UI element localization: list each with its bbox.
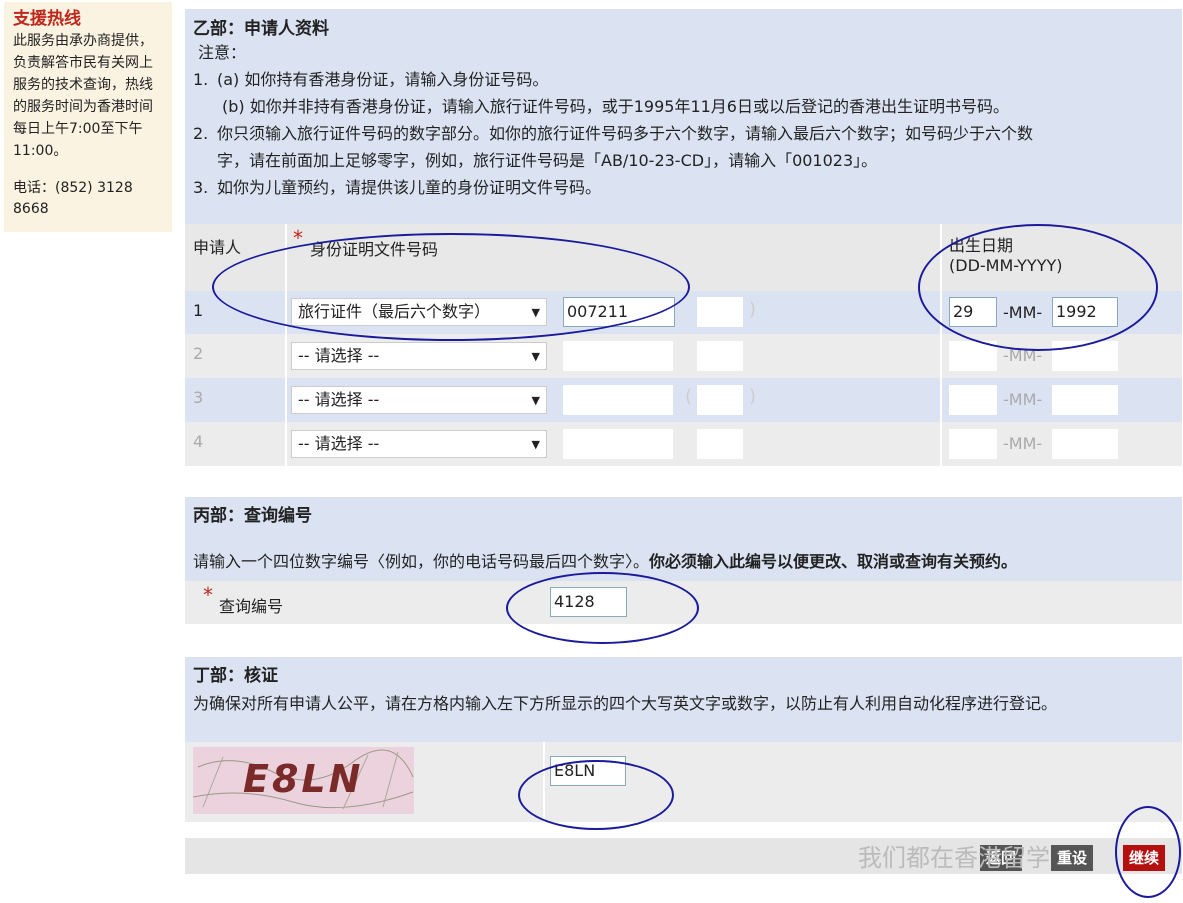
enquiry-number-input[interactable]: 4128 xyxy=(550,587,627,617)
dob-month-label: -MM- xyxy=(1003,346,1043,365)
check-digit-input[interactable] xyxy=(697,297,743,327)
captcha-input[interactable]: E8LN xyxy=(550,756,626,786)
dob-year-input[interactable] xyxy=(1052,385,1118,415)
dob-day-input[interactable]: 29 xyxy=(949,297,997,327)
captcha-image: E8LN xyxy=(193,747,414,814)
doc-type-select[interactable]: -- 请选择 -- ▼ xyxy=(291,386,547,414)
chevron-down-icon: ▼ xyxy=(531,350,540,363)
note1a: (a) 如你持有香港身份证，请输入身份证号码。 xyxy=(217,70,549,89)
section-c-title: 丙部：查询编号 xyxy=(193,506,312,526)
support-hotline-phone: 电话：(852) 3128 8668 xyxy=(13,180,133,217)
support-hotline-title: 支援热线 xyxy=(13,9,81,29)
section-d-title: 丁部：核证 xyxy=(193,666,278,686)
section-b-title: 乙部：申请人资料 xyxy=(193,19,329,39)
dob-year-input[interactable] xyxy=(1052,429,1118,459)
section-enquiry-number: 丙部：查询编号 请输入一个四位数字编号〈例如，你的电话号码最后四个数字〉。你必须… xyxy=(185,497,1182,624)
section-applicant-info: 乙部：申请人资料 注意： 1. (a) 如你持有香港身份证，请输入身份证号码。 (… xyxy=(185,9,1182,466)
col-applicant-header: 申请人 xyxy=(193,238,242,257)
required-asterisk: * xyxy=(203,583,213,607)
col-dob-header: 出生日期 xyxy=(949,236,1014,255)
chevron-down-icon: ▼ xyxy=(531,438,540,451)
wechat-watermark: 我们都在香港留学 xyxy=(858,844,1050,872)
id-number-input[interactable]: 007211 xyxy=(563,297,675,327)
note2-line1: 你只须输入旅行证件号码的数字部分。如你的旅行证件号码多于六个数字，请输入最后六个… xyxy=(217,124,1034,143)
dob-year-input[interactable]: 1992 xyxy=(1052,297,1118,327)
reset-button[interactable]: 重设 xyxy=(1051,845,1094,871)
notes: 注意： 1. (a) 如你持有香港身份证，请输入身份证号码。 (b) 如你并非持有… xyxy=(193,39,1174,201)
row-number: 3 xyxy=(193,388,204,407)
applicant-table: 申请人 * 身份证明文件号码 出生日期 (DD-MM-YYYY) 1 旅行证件（… xyxy=(185,224,1182,466)
required-asterisk: * xyxy=(293,226,303,250)
section-b-header: 乙部：申请人资料 注意： 1. (a) 如你持有香港身份证，请输入身份证号码。 (… xyxy=(185,9,1182,224)
note1b: (b) 如你并非持有香港身份证，请输入旅行证件号码，或于1995年11月6日或以… xyxy=(222,97,1009,116)
doc-type-select[interactable]: -- 请选择 -- ▼ xyxy=(291,430,547,458)
doc-type-select[interactable]: 旅行证件（最后六个数字） ▼ xyxy=(291,298,547,326)
col-id-header: 身份证明文件号码 xyxy=(310,240,439,259)
enquiry-number-label: 查询编号 xyxy=(219,597,284,616)
note3-number: 3. xyxy=(193,178,209,197)
row-number: 4 xyxy=(193,432,204,451)
id-number-input[interactable] xyxy=(563,429,673,459)
check-digit-input[interactable] xyxy=(697,385,743,415)
section-d-instruction: 为确保对所有申请人公平，请在方格内输入左下方所显示的四个大写英文字或数字，以防止… xyxy=(193,694,1058,713)
section-c-instruction: 请输入一个四位数字编号〈例如，你的电话号码最后四个数字〉。 xyxy=(193,552,650,571)
check-digit-input[interactable] xyxy=(697,341,743,371)
section-d-header: 丁部：核证 为确保对所有申请人公平，请在方格内输入左下方所显示的四个大写英文字或… xyxy=(185,657,1182,742)
table-row: 1 旅行证件（最后六个数字） ▼ 007211 ) 29 -MM- 1992 xyxy=(185,291,1182,334)
note-label: 注意： xyxy=(198,43,247,62)
support-hotline-panel: 支援热线 此服务由承办商提供，负责解答市民有关网上服务的技术查询，热线的服务时间… xyxy=(4,2,172,232)
note2-line2: 字，请在前面加上足够零字，例如，旅行证件号码是「AB/10-23-CD」，请输入… xyxy=(217,151,878,170)
doc-type-select[interactable]: -- 请选择 -- ▼ xyxy=(291,342,547,370)
table-row: 4 -- 请选择 -- ▼ -MM- xyxy=(185,422,1182,466)
table-row: 3 -- 请选择 -- ▼ ( ) -MM- xyxy=(185,378,1182,422)
dob-day-input[interactable] xyxy=(949,429,997,459)
id-number-input[interactable] xyxy=(563,385,673,415)
enquiry-number-row: * 查询编号 4128 xyxy=(185,581,1182,624)
section-c-header: 丙部：查询编号 请输入一个四位数字编号〈例如，你的电话号码最后四个数字〉。你必须… xyxy=(185,497,1182,581)
note3: 如你为儿童预约，请提供该儿童的身份证明文件号码。 xyxy=(217,178,602,197)
dob-day-input[interactable] xyxy=(949,341,997,371)
support-hotline-description: 此服务由承办商提供，负责解答市民有关网上服务的技术查询，热线的服务时间为香港时间… xyxy=(13,33,153,159)
note1-number: 1. xyxy=(193,70,209,89)
row-number: 1 xyxy=(193,301,204,320)
captcha-row: E8LN E8LN xyxy=(185,742,1182,822)
col-dob-format: (DD-MM-YYYY) xyxy=(949,256,1063,275)
dob-month-label: -MM- xyxy=(1003,303,1043,322)
captcha-text: E8LN xyxy=(243,757,364,801)
chevron-down-icon: ▼ xyxy=(531,394,540,407)
chevron-down-icon: ▼ xyxy=(531,306,540,319)
section-c-instruction-bold: 你必须输入此编号以便更改、取消或查询有关预约。 xyxy=(649,552,1018,571)
row-number: 2 xyxy=(193,344,204,363)
dob-month-label: -MM- xyxy=(1003,390,1043,409)
dob-day-input[interactable] xyxy=(949,385,997,415)
dob-year-input[interactable] xyxy=(1052,341,1118,371)
note2-number: 2. xyxy=(193,124,209,143)
dob-month-label: -MM- xyxy=(1003,434,1043,453)
continue-button[interactable]: 继续 xyxy=(1123,845,1166,871)
id-number-input[interactable] xyxy=(563,341,673,371)
check-digit-input[interactable] xyxy=(697,429,743,459)
table-row: 2 -- 请选择 -- ▼ -MM- xyxy=(185,334,1182,378)
table-header-row: 申请人 * 身份证明文件号码 出生日期 (DD-MM-YYYY) xyxy=(185,224,1182,291)
